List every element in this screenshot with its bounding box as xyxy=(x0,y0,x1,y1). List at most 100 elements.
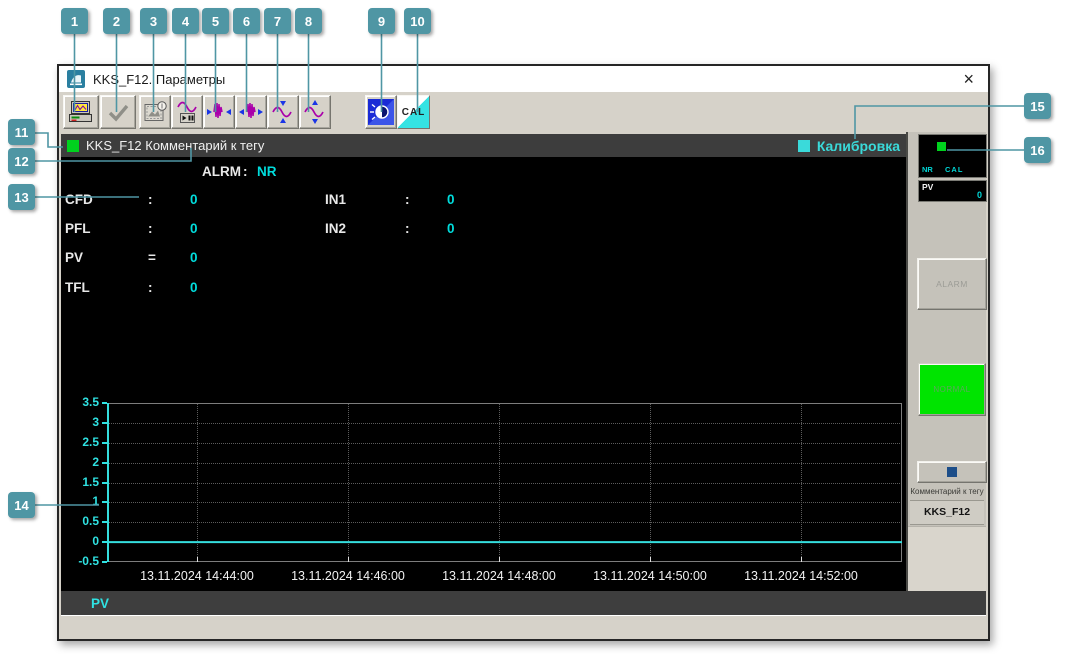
compress-horizontal-button[interactable] xyxy=(203,95,235,129)
window-body: KKS_F12 Комментарий к тегу Калибровка AL… xyxy=(59,132,988,639)
callout-badge-15: 15 xyxy=(1024,93,1051,119)
x-tick-label: 13.11.2024 14:48:00 xyxy=(442,569,556,583)
cal-status-label: CAL xyxy=(945,165,964,174)
callout-badge-4: 4 xyxy=(172,8,199,34)
in1-label: IN1 xyxy=(325,192,347,207)
in1-sep: : xyxy=(405,192,410,207)
faceplate-footer xyxy=(908,526,986,591)
snapshot-button[interactable] xyxy=(139,95,171,129)
callout-badge-11: 11 xyxy=(8,119,35,145)
pv-box-label: PV xyxy=(922,182,934,192)
alrm-value: NR xyxy=(257,164,277,179)
cal-button[interactable]: CAL xyxy=(397,95,430,129)
accept-button[interactable] xyxy=(100,95,136,129)
cfd-sep: : xyxy=(148,192,153,207)
checkmark-icon xyxy=(108,104,129,122)
screen: 1 2 3 4 5 6 7 8 9 10 11 12 13 14 15 16 K… xyxy=(0,0,1065,654)
alarm-button[interactable]: ALARM xyxy=(917,258,987,310)
callout-badge-14: 14 xyxy=(8,492,35,518)
callout-badge-9: 9 xyxy=(368,8,395,34)
calibration-square-icon xyxy=(797,139,810,152)
y-tick-label: 0 xyxy=(92,534,99,549)
expand-horizontal-button[interactable] xyxy=(235,95,267,129)
callout-badge-12: 12 xyxy=(8,148,35,174)
tag-comment-text: KKS_F12 Комментарий к тегу xyxy=(86,138,265,153)
x-tick-label: 13.11.2024 14:50:00 xyxy=(593,569,707,583)
pv-trace-line xyxy=(107,541,902,544)
tfl-value: 0 xyxy=(190,280,198,295)
pfl-value: 0 xyxy=(190,221,198,236)
window-title: KKS_F12. Параметры xyxy=(93,71,226,87)
normal-mode-button[interactable]: NORMAL xyxy=(918,363,986,416)
wave-compress-h-icon xyxy=(207,102,231,119)
tfl-sep: : xyxy=(148,280,153,295)
parameter-values: ALRM : NR CFD : 0 PFL : 0 PV = 0 TFL : 0… xyxy=(61,157,906,377)
copy-graph-button[interactable] xyxy=(63,95,99,129)
wave-compress-v-icon xyxy=(272,101,292,123)
cal-label: CAL xyxy=(398,96,429,128)
status-box: NR CAL xyxy=(918,134,987,178)
nr-status-label: NR xyxy=(922,165,933,174)
callout-badge-1: 1 xyxy=(61,8,88,34)
in1-value: 0 xyxy=(447,192,455,207)
x-tick-label: 13.11.2024 14:44:00 xyxy=(140,569,254,583)
calibration-indicator: Калибровка xyxy=(797,138,900,154)
cfd-value: 0 xyxy=(190,192,198,207)
trend-chart: 3.5 3 2.5 2 1.5 1 0.5 0 -0.5 13.11.2024 14:44:00 1… xyxy=(61,378,906,591)
y-tick-label: -0.5 xyxy=(78,554,99,568)
y-tick-label: 1.5 xyxy=(82,474,99,489)
toolbar: CAL xyxy=(59,92,988,132)
alrm-label: ALRM xyxy=(202,164,241,179)
close-button[interactable]: × xyxy=(963,67,974,91)
in2-sep: : xyxy=(405,221,410,236)
comment-square-icon xyxy=(947,467,957,477)
y-tick-label: 2.5 xyxy=(82,434,99,449)
wave-expand-v-icon xyxy=(304,100,324,124)
y-tick-label: 3 xyxy=(92,414,99,429)
parameters-window: KKS_F12. Параметры × CAL KKS_F12 Коммент… xyxy=(57,64,990,641)
faceplate-panel: NR CAL PV 0 ALARM NORMAL Комментарий к т… xyxy=(906,132,987,591)
image-zoom-icon xyxy=(144,101,167,121)
contrast-button[interactable] xyxy=(365,95,397,129)
contrast-icon xyxy=(368,99,394,125)
alrm-sep: : xyxy=(243,164,248,179)
y-tick-label: 1 xyxy=(92,494,99,509)
wave-expand-h-icon xyxy=(239,102,263,119)
callout-badge-16: 16 xyxy=(1024,137,1051,163)
callout-badge-6: 6 xyxy=(233,8,260,34)
compress-vertical-button[interactable] xyxy=(267,95,299,129)
callout-badge-10: 10 xyxy=(404,8,431,34)
monitor-graph-icon xyxy=(69,100,92,122)
pv-box-value: 0 xyxy=(976,190,982,200)
callout-badge-3: 3 xyxy=(140,8,167,34)
cfd-label: CFD xyxy=(65,192,93,207)
faceplate-comment-label: Комментарий к тегу xyxy=(910,487,984,496)
y-tick-label: 2 xyxy=(92,454,99,469)
y-tick-label: 0.5 xyxy=(82,514,99,529)
pfl-sep: : xyxy=(148,221,153,236)
legend-pv-label: PV xyxy=(91,595,110,611)
tfl-label: TFL xyxy=(65,280,90,295)
status-bar xyxy=(61,615,986,638)
legend-row: PV xyxy=(61,591,986,615)
in2-label: IN2 xyxy=(325,221,347,236)
pv-value-box: PV 0 xyxy=(918,180,987,202)
app-icon xyxy=(67,70,85,88)
pause-trend-button[interactable] xyxy=(171,95,203,129)
expand-vertical-button[interactable] xyxy=(299,95,331,129)
x-tick-label: 13.11.2024 14:46:00 xyxy=(291,569,405,583)
pv-value: 0 xyxy=(190,250,198,265)
callout-badge-7: 7 xyxy=(264,8,291,34)
faceplate-tag-name: KKS_F12 xyxy=(910,500,984,525)
pv-label: PV xyxy=(65,250,84,265)
tag-comment-bar: KKS_F12 Комментарий к тегу Калибровка xyxy=(61,134,906,157)
tag-status-square-icon xyxy=(67,139,79,152)
x-tick-label: 13.11.2024 14:52:00 xyxy=(744,569,858,583)
pv-sep: = xyxy=(148,250,156,265)
callout-badge-8: 8 xyxy=(295,8,322,34)
in2-value: 0 xyxy=(447,221,455,236)
title-bar: KKS_F12. Параметры × xyxy=(59,66,988,93)
callout-badge-2: 2 xyxy=(103,8,130,34)
comment-button[interactable] xyxy=(917,461,987,483)
wave-playpause-icon xyxy=(177,101,197,123)
